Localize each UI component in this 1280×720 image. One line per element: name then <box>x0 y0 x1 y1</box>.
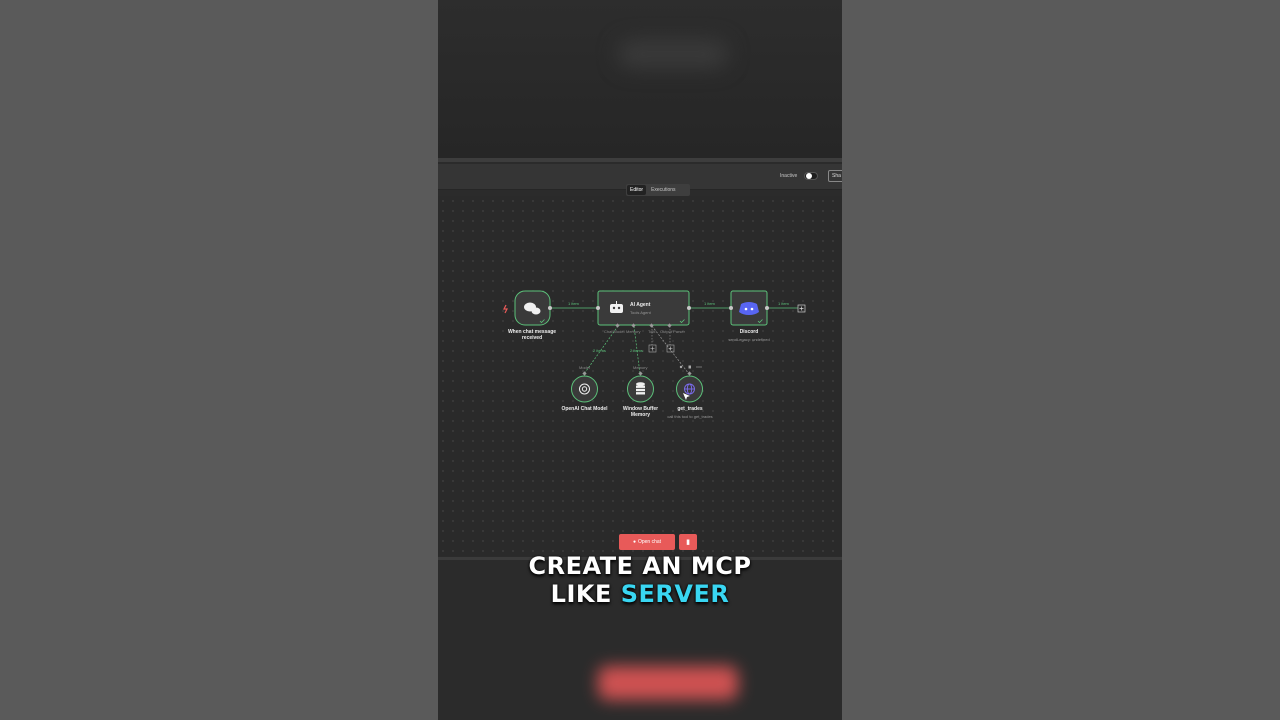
memory-port-label: Memory <box>633 365 648 370</box>
get-trades-tool-node[interactable] <box>676 365 703 403</box>
port-chat-model: Chat Model <box>604 329 625 334</box>
trash-icon <box>688 365 691 369</box>
caption-highlight: SERVER <box>620 580 730 608</box>
model-port-label: Model <box>579 365 590 370</box>
discord-out-items: 1 item <box>778 301 789 306</box>
caption-prefix: LIKE <box>550 580 612 608</box>
agent-discord-items: 1 item <box>704 301 715 306</box>
tool-node-title: get_trades <box>677 406 703 412</box>
model-node-title: OpenAI Chat Model <box>561 406 608 412</box>
open-chat-button[interactable]: ● Open chat <box>619 534 675 550</box>
agent-node-subtitle: Tools Agent <box>630 310 651 315</box>
chat-icon: ● <box>632 539 636 545</box>
caption-line-2: LIKE SERVER <box>438 580 842 608</box>
lightning-icon <box>503 304 508 314</box>
discord-node-title: Discord <box>739 329 759 335</box>
left-letterbox <box>0 0 438 720</box>
agent-node-title: AI Agent <box>630 302 651 308</box>
right-letterbox <box>842 0 1280 720</box>
discord-icon <box>739 302 759 315</box>
port-memory: Memory <box>626 329 641 334</box>
port-tool: Tool <box>648 329 656 334</box>
window-buffer-memory-node[interactable] <box>627 371 654 403</box>
discord-node-subtitle: sendLegacy: undefined <box>728 337 770 342</box>
trigger-node[interactable] <box>503 290 552 326</box>
trash-icon: ▮ <box>686 539 690 546</box>
open-chat-label: Open chat <box>637 539 662 545</box>
video-frame: Inactive Sha Editor Executions When chat… <box>438 0 842 720</box>
trigger-agent-items: 1 item <box>568 301 579 306</box>
memory-items: 2 items <box>630 348 643 353</box>
add-node-button[interactable] <box>797 304 806 313</box>
tool-node-subtitle: call this tool to get_trades <box>667 414 713 419</box>
delete-button[interactable]: ▮ <box>679 534 697 550</box>
openai-chat-model-node[interactable] <box>571 371 598 403</box>
power-icon <box>679 365 683 369</box>
add-tool-button[interactable] <box>648 344 657 353</box>
add-output-parser-button[interactable] <box>666 344 675 353</box>
discord-node[interactable] <box>729 290 769 326</box>
model-items: 2 items <box>593 348 606 353</box>
more-icon <box>696 366 698 368</box>
port-output-parser: Output Parser <box>660 329 685 334</box>
trigger-node-title: When chat message received <box>507 329 557 341</box>
blurred-button <box>598 666 738 700</box>
caption-line-1: CREATE AN MCP <box>528 552 752 580</box>
